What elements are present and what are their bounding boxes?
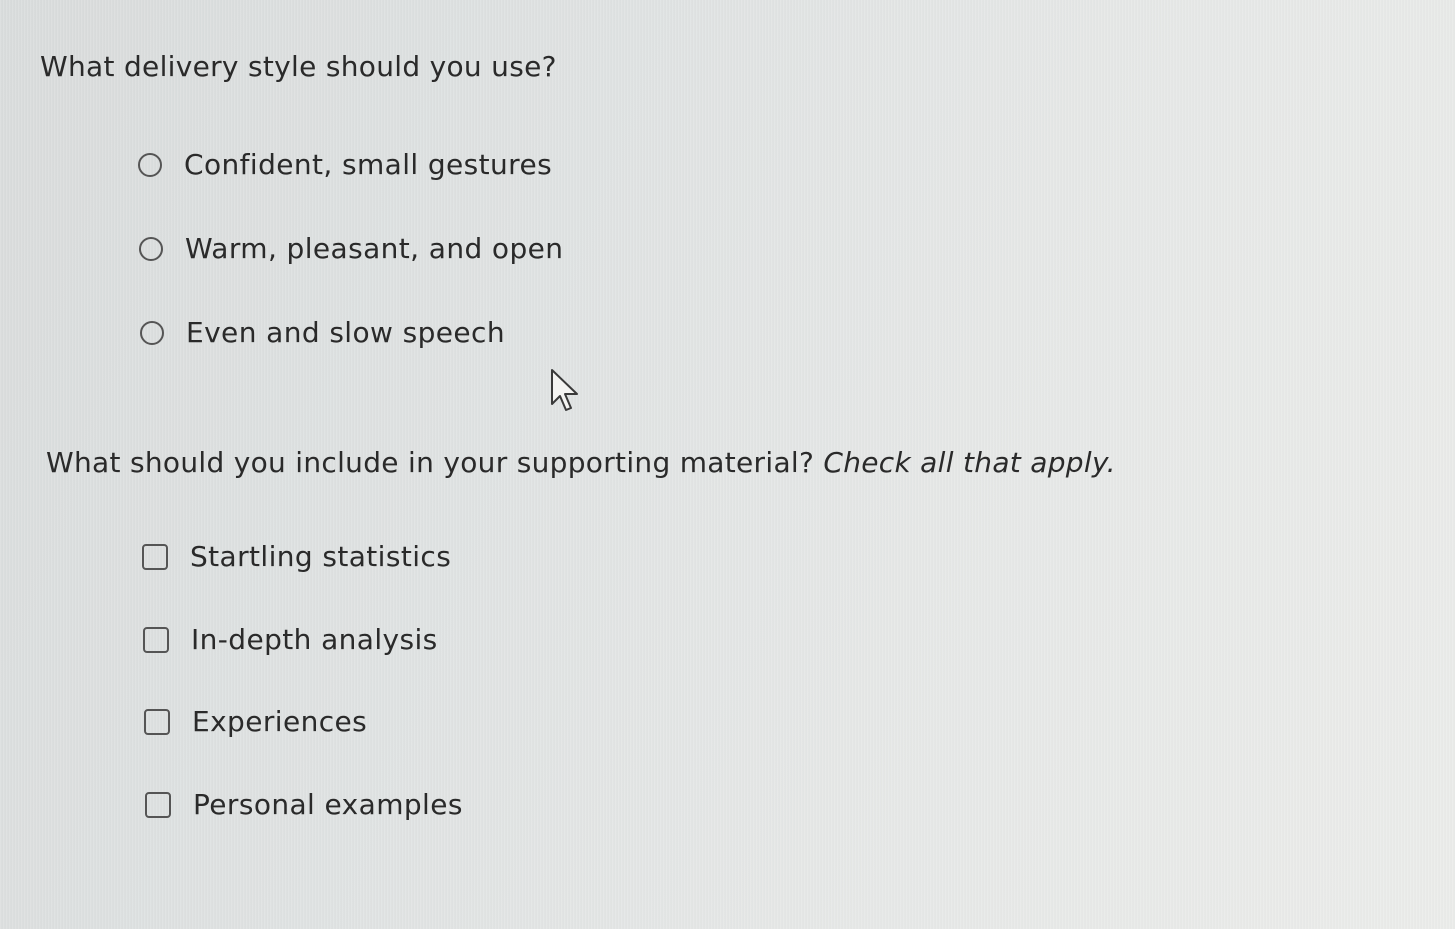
option-label: Experiences (192, 705, 368, 738)
checkbox-icon[interactable] (145, 791, 171, 818)
checkbox-option-experiences[interactable]: Experiences (144, 705, 367, 738)
checkbox-option-statistics[interactable]: Startling statistics (142, 540, 451, 573)
radio-option-confident[interactable]: Confident, small gestures (138, 148, 552, 181)
radio-button-icon[interactable] (139, 236, 163, 261)
question-2-main-text: What should you include in your supporti… (46, 446, 815, 479)
radio-button-icon[interactable] (138, 152, 162, 177)
radio-option-even[interactable]: Even and slow speech (140, 316, 505, 349)
checkbox-icon[interactable] (143, 626, 169, 653)
mouse-pointer-icon (551, 369, 578, 411)
option-label: In-depth analysis (191, 623, 438, 656)
option-label: Confident, small gestures (184, 148, 553, 181)
question-2-hint: Check all that apply. (823, 446, 1116, 479)
checkbox-icon[interactable] (144, 708, 170, 735)
option-label: Startling statistics (190, 540, 452, 573)
option-label: Warm, pleasant, and open (185, 232, 564, 265)
radio-button-icon[interactable] (140, 320, 164, 345)
radio-option-warm[interactable]: Warm, pleasant, and open (139, 232, 563, 265)
option-label: Personal examples (193, 788, 463, 821)
question-1-text: What delivery style should you use? (40, 50, 557, 83)
question-2-text: What should you include in your supporti… (46, 446, 1116, 479)
checkbox-option-personal-examples[interactable]: Personal examples (145, 788, 463, 821)
checkbox-option-analysis[interactable]: In-depth analysis (143, 623, 438, 656)
option-label: Even and slow speech (186, 316, 505, 349)
checkbox-icon[interactable] (142, 543, 168, 570)
